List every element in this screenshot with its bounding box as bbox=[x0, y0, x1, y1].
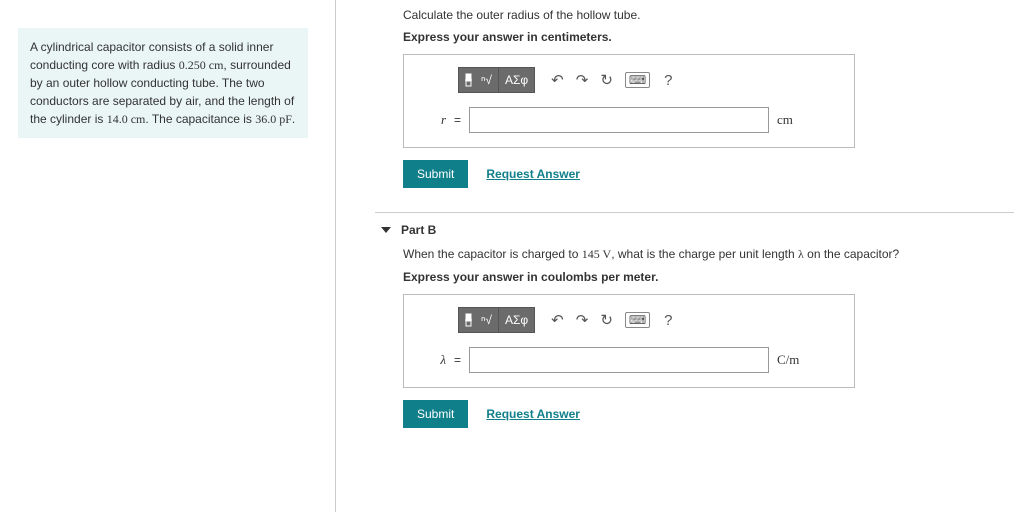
problem-cap: 36.0 pF bbox=[255, 112, 292, 126]
part-a-answer-box: ⁿ√ ΑΣφ ↶ ↷ ↻ ⌨ ? r = cm bbox=[403, 54, 855, 148]
sqrt-icon: ⁿ√ bbox=[481, 73, 492, 87]
problem-radius: 0.250 cm bbox=[179, 58, 224, 72]
prompt-text: When the capacitor is charged to bbox=[403, 247, 582, 261]
template-button[interactable]: ⁿ√ bbox=[458, 307, 499, 333]
part-b-header[interactable]: Part B bbox=[375, 212, 1014, 243]
chevron-down-icon bbox=[381, 227, 391, 233]
part-b-instruction: Express your answer in coulombs per mete… bbox=[403, 270, 1014, 284]
sqrt-icon: ⁿ√ bbox=[481, 313, 492, 327]
undo-icon: ↶ bbox=[551, 311, 564, 329]
equals-sign: = bbox=[454, 353, 461, 367]
redo-button[interactable]: ↷ bbox=[570, 307, 595, 333]
greek-button[interactable]: ΑΣφ bbox=[499, 307, 535, 333]
problem-text: . The capacitance is bbox=[145, 112, 255, 126]
equals-sign: = bbox=[454, 113, 461, 127]
greek-button[interactable]: ΑΣφ bbox=[499, 67, 535, 93]
submit-button[interactable]: Submit bbox=[403, 400, 468, 428]
submit-button[interactable]: Submit bbox=[403, 160, 468, 188]
problem-length: 14.0 cm bbox=[107, 112, 146, 126]
part-b-answer-box: ⁿ√ ΑΣφ ↶ ↷ ↻ ⌨ ? λ = C/m bbox=[403, 294, 855, 388]
part-b-variable: λ bbox=[416, 352, 446, 368]
keyboard-button[interactable]: ⌨ bbox=[619, 307, 656, 333]
answer-pane: Calculate the outer radius of the hollow… bbox=[375, 0, 1014, 436]
help-button[interactable]: ? bbox=[656, 67, 680, 93]
vertical-divider bbox=[335, 0, 336, 512]
redo-icon: ↷ bbox=[576, 71, 589, 89]
keyboard-button[interactable]: ⌨ bbox=[619, 67, 656, 93]
part-a-variable: r bbox=[416, 112, 446, 128]
part-b-equation-row: λ = C/m bbox=[416, 347, 842, 373]
part-a-body: Calculate the outer radius of the hollow… bbox=[375, 4, 1014, 196]
part-b-title: Part B bbox=[401, 223, 436, 237]
part-a-equation-row: r = cm bbox=[416, 107, 842, 133]
voltage-value: 145 V bbox=[582, 247, 611, 261]
help-button[interactable]: ? bbox=[656, 307, 680, 333]
keyboard-icon: ⌨ bbox=[625, 72, 650, 88]
part-a-instruction: Express your answer in centimeters. bbox=[403, 30, 1014, 44]
prompt-text: on the capacitor? bbox=[804, 247, 899, 261]
help-icon: ? bbox=[664, 312, 672, 329]
part-a-actions: Submit Request Answer bbox=[403, 160, 1014, 188]
part-a-answer-input[interactable] bbox=[469, 107, 769, 133]
redo-button[interactable]: ↷ bbox=[570, 67, 595, 93]
part-b-prompt: When the capacitor is charged to 145 V, … bbox=[403, 247, 1014, 262]
part-a-prompt: Calculate the outer radius of the hollow… bbox=[403, 8, 1014, 22]
reset-button[interactable]: ↻ bbox=[594, 307, 619, 333]
undo-icon: ↶ bbox=[551, 71, 564, 89]
redo-icon: ↷ bbox=[576, 311, 589, 329]
reset-button[interactable]: ↻ bbox=[594, 67, 619, 93]
keyboard-icon: ⌨ bbox=[625, 312, 650, 328]
problem-statement: A cylindrical capacitor consists of a so… bbox=[18, 28, 308, 138]
equation-toolbar: ⁿ√ ΑΣφ ↶ ↷ ↻ ⌨ ? bbox=[458, 307, 842, 333]
part-b-answer-input[interactable] bbox=[469, 347, 769, 373]
prompt-text: , what is the charge per unit length bbox=[611, 247, 798, 261]
problem-text: . bbox=[292, 112, 295, 126]
help-icon: ? bbox=[664, 72, 672, 89]
equation-toolbar: ⁿ√ ΑΣφ ↶ ↷ ↻ ⌨ ? bbox=[458, 67, 842, 93]
request-answer-link[interactable]: Request Answer bbox=[486, 167, 580, 181]
part-a-unit: cm bbox=[777, 112, 793, 128]
reset-icon: ↻ bbox=[600, 71, 613, 89]
problem-statement-pane: A cylindrical capacitor consists of a so… bbox=[18, 28, 308, 138]
part-b-body: When the capacitor is charged to 145 V, … bbox=[375, 243, 1014, 436]
undo-button[interactable]: ↶ bbox=[545, 67, 570, 93]
reset-icon: ↻ bbox=[600, 311, 613, 329]
part-b-actions: Submit Request Answer bbox=[403, 400, 1014, 428]
request-answer-link[interactable]: Request Answer bbox=[486, 407, 580, 421]
fraction-template-icon bbox=[465, 73, 479, 87]
part-b-unit: C/m bbox=[777, 352, 799, 368]
undo-button[interactable]: ↶ bbox=[545, 307, 570, 333]
fraction-template-icon bbox=[465, 313, 479, 327]
template-button[interactable]: ⁿ√ bbox=[458, 67, 499, 93]
